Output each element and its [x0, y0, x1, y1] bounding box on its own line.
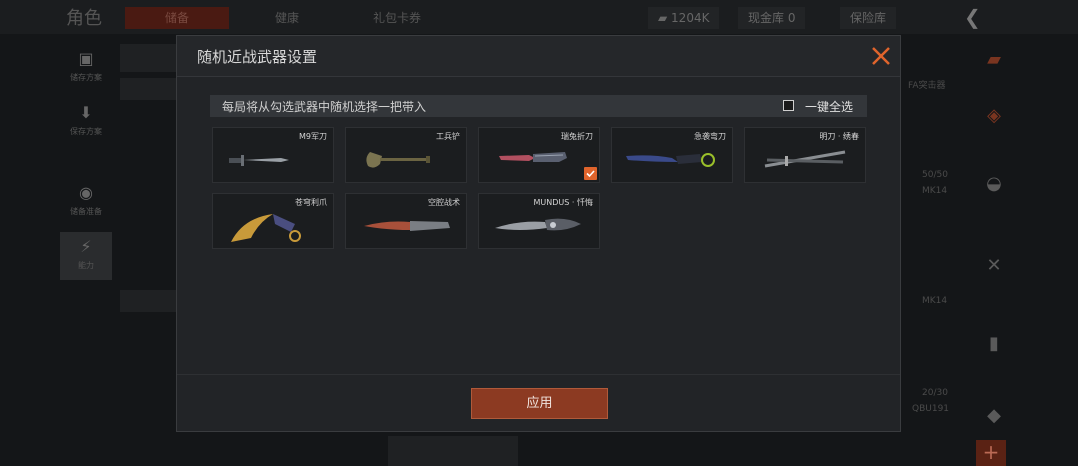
bg-slot	[120, 290, 176, 312]
add-icon[interactable]: +	[976, 440, 1006, 466]
sheathed-sword-icon	[764, 150, 846, 168]
weapon-name: 工兵铲	[436, 132, 460, 141]
tab-gift-cards[interactable]: 礼包卡券	[345, 7, 449, 29]
armor-icon[interactable]: ◈	[980, 102, 1008, 130]
folding-knife-icon	[499, 152, 567, 162]
character-title: 角色	[66, 8, 102, 29]
vault-button[interactable]: 保险库	[840, 7, 897, 29]
helmet-icon: ◉	[79, 183, 93, 202]
tactical-knife-icon	[364, 221, 450, 231]
m9-bayonet-icon	[229, 155, 289, 166]
right-rail: ▰ ◈ ◒ ✕ ▮ ◆	[974, 40, 1014, 460]
currency-display: ▰ 1204K	[648, 7, 720, 29]
weapon-name: M9军刀	[299, 132, 327, 141]
rail-label: 储备准备	[70, 207, 102, 216]
curved-blade-icon	[626, 153, 715, 167]
info-banner: 每局将从勾选武器中随机选择一把带入 一键全选	[210, 95, 867, 117]
weapon-grid: M9军刀 工兵铲 瑞兔折刀 急袭弯刀 明刀 · 绣春 苍穹利爪 空腔战术 MUN…	[212, 127, 872, 257]
grenade-icon[interactable]: ◆	[980, 402, 1008, 430]
magazine-icon[interactable]: ▮	[980, 330, 1008, 358]
bg-weapon-label: MK14	[922, 296, 948, 306]
close-icon	[872, 47, 890, 65]
select-all-checkbox[interactable]	[783, 100, 794, 111]
dialog-title: 随机近战武器设置	[197, 48, 318, 66]
helmet-icon[interactable]: ◒	[980, 170, 1008, 198]
rifle-icon[interactable]: ✕	[980, 252, 1008, 280]
rail-label: 保存方案	[70, 127, 102, 136]
footer-divider	[177, 374, 900, 375]
dialog-header: 随机近战武器设置	[177, 36, 900, 77]
top-bar: 角色 储备 健康 礼包卡券 ▰ 1204K 现金库 0 保险库 ❮	[0, 0, 1078, 34]
back-arrow-icon[interactable]: ❮	[964, 6, 986, 28]
tab-health[interactable]: 健康	[235, 7, 339, 29]
apply-button[interactable]: 应用	[471, 388, 608, 419]
checkmark-icon	[586, 170, 595, 178]
selected-checkbox[interactable]	[584, 167, 597, 180]
weapon-card-tactical-knife[interactable]: 空腔战术	[345, 193, 467, 249]
bg-slot	[120, 44, 176, 72]
select-all-label: 一键全选	[805, 100, 854, 114]
weapon-card-curved-blade[interactable]: 急袭弯刀	[611, 127, 733, 183]
random-melee-settings-dialog: 随机近战武器设置 每局将从勾选武器中随机选择一把带入 一键全选 M9军刀 工兵铲	[176, 35, 901, 432]
rail-item-ability[interactable]: ⚡ 能力	[60, 232, 112, 280]
banner-text: 每局将从勾选武器中随机选择一把带入	[222, 100, 427, 114]
left-rail: ▣ 储存方案 ⬇ 保存方案 ◉ 储备准备 ⚡ 能力	[60, 40, 112, 300]
bg-weapon-label: FA突击器	[908, 81, 946, 91]
bag-icon: ▣	[78, 49, 94, 68]
weapon-card-m9-bayonet[interactable]: M9军刀	[212, 127, 334, 183]
tab-reserve[interactable]: 储备	[125, 7, 229, 29]
ornate-knife-icon	[495, 218, 581, 231]
bg-ammo-label: 20/30	[922, 388, 948, 398]
rail-label: 储存方案	[70, 73, 102, 82]
rail-item-save-plan[interactable]: ▣ 储存方案	[60, 44, 112, 92]
weapon-card-folding-knife[interactable]: 瑞兔折刀	[478, 127, 600, 183]
download-icon: ⬇	[79, 103, 93, 122]
shovel-icon	[366, 152, 430, 168]
bg-slot	[120, 78, 176, 100]
vest-icon[interactable]: ▰	[980, 46, 1008, 74]
cash-box-button[interactable]: 现金库 0	[738, 7, 806, 29]
weapon-card-ornate-knife[interactable]: MUNDUS · 忏悔	[478, 193, 600, 249]
karambit-icon	[231, 214, 301, 242]
bg-weapon-label: QBU191	[912, 404, 950, 414]
weapon-card-sheathed-sword[interactable]: 明刀 · 绣春	[744, 127, 866, 183]
currency-icon: ▰	[658, 11, 672, 25]
rail-item-prepare[interactable]: ◉ 储备准备	[60, 178, 112, 226]
bg-ammo-label: 50/50	[922, 170, 948, 180]
bg-weapon-label: MK14	[922, 186, 948, 196]
currency-amount: 1204K	[671, 11, 710, 25]
close-button[interactable]	[867, 42, 895, 70]
weapon-card-karambit[interactable]: 苍穹利爪	[212, 193, 334, 249]
rail-item-store-plan[interactable]: ⬇ 保存方案	[60, 98, 112, 146]
lightning-icon: ⚡	[80, 237, 92, 256]
bg-weapon-slot	[388, 436, 518, 466]
weapon-card-shovel[interactable]: 工兵铲	[345, 127, 467, 183]
rail-label: 能力	[78, 261, 94, 270]
